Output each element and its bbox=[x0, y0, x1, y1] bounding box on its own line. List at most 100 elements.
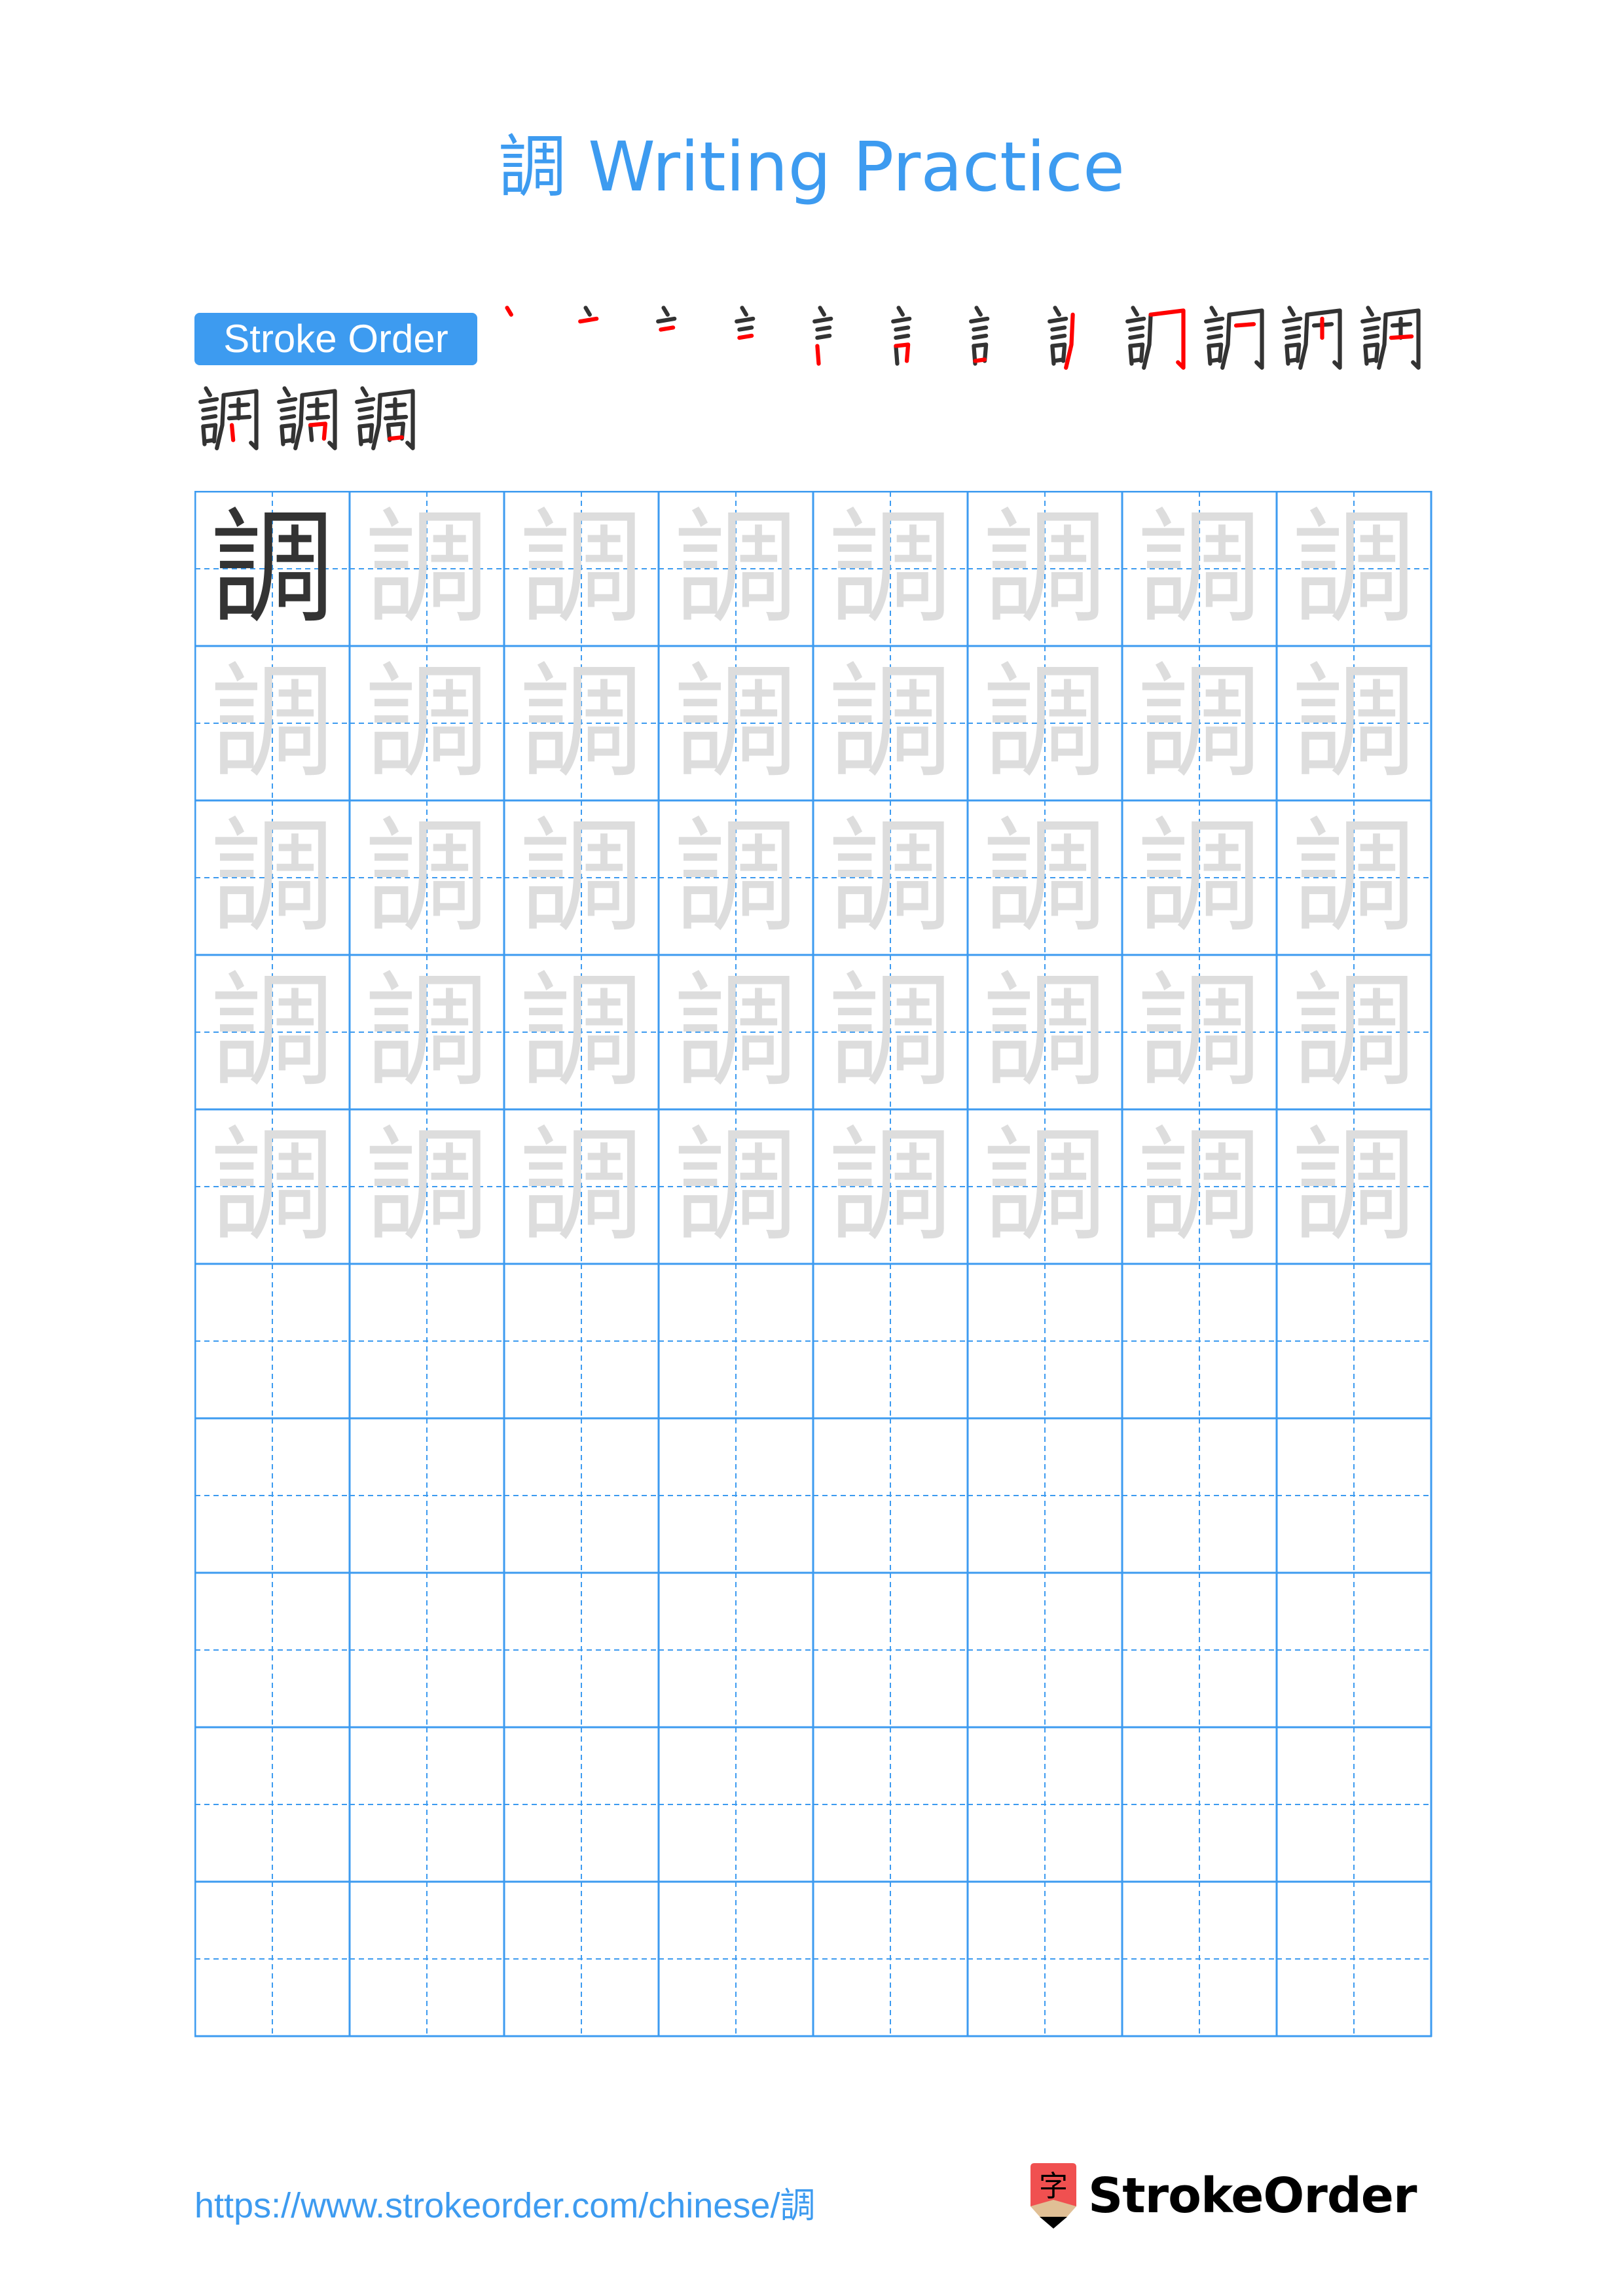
empty-practice-cell[interactable] bbox=[195, 1882, 350, 2036]
trace-cell[interactable]: 調 bbox=[813, 955, 968, 1109]
trace-character: 調 bbox=[982, 805, 1107, 950]
trace-cell[interactable]: 調 bbox=[1122, 646, 1277, 800]
trace-cell[interactable]: 調 bbox=[968, 646, 1122, 800]
empty-practice-cell[interactable] bbox=[659, 1882, 813, 2036]
empty-practice-cell[interactable] bbox=[968, 1418, 1122, 1573]
previous-stroke bbox=[1129, 357, 1144, 363]
current-stroke bbox=[577, 316, 598, 324]
footer-url-link[interactable]: https://www.strokeorder.com/chinese/調 bbox=[194, 2176, 815, 2228]
trace-cell[interactable]: 調 bbox=[813, 800, 968, 955]
trace-character: 調 bbox=[364, 960, 489, 1104]
previous-stroke bbox=[974, 306, 983, 317]
trace-cell[interactable]: 調 bbox=[1122, 955, 1277, 1109]
trace-cell[interactable]: 調 bbox=[968, 1109, 1122, 1264]
empty-practice-cell[interactable] bbox=[659, 1727, 813, 1882]
empty-practice-cell[interactable] bbox=[350, 1573, 504, 1727]
trace-cell[interactable]: 調 bbox=[1277, 492, 1431, 646]
trace-cell[interactable]: 調 bbox=[1277, 955, 1431, 1109]
strokeorder-logo[interactable]: 字 StrokeOrder bbox=[1030, 2160, 1417, 2232]
trace-cell[interactable]: 調 bbox=[968, 800, 1122, 955]
empty-practice-cell[interactable] bbox=[1122, 1264, 1277, 1418]
trace-cell[interactable]: 調 bbox=[1122, 800, 1277, 955]
empty-practice-cell[interactable] bbox=[1277, 1573, 1431, 1727]
empty-practice-cell[interactable] bbox=[1122, 1727, 1277, 1882]
trace-cell[interactable]: 調 bbox=[813, 492, 968, 646]
empty-practice-cell[interactable] bbox=[1122, 1882, 1277, 2036]
trace-cell[interactable]: 調 bbox=[1122, 492, 1277, 646]
trace-cell[interactable]: 調 bbox=[659, 800, 813, 955]
previous-stroke bbox=[201, 414, 218, 421]
trace-cell[interactable]: 調 bbox=[659, 492, 813, 646]
trace-cell[interactable]: 調 bbox=[504, 492, 659, 646]
empty-practice-cell[interactable] bbox=[813, 1418, 968, 1573]
trace-cell[interactable]: 調 bbox=[813, 1109, 968, 1264]
trace-cell[interactable]: 調 bbox=[1277, 646, 1431, 800]
empty-practice-cell[interactable] bbox=[1277, 1882, 1431, 2036]
trace-cell[interactable]: 調 bbox=[195, 800, 350, 955]
empty-practice-cell[interactable] bbox=[659, 1264, 813, 1418]
trace-cell[interactable]: 調 bbox=[504, 1109, 659, 1264]
empty-practice-cell[interactable] bbox=[350, 1418, 504, 1573]
trace-cell[interactable]: 調 bbox=[1277, 1109, 1431, 1264]
empty-practice-cell[interactable] bbox=[813, 1727, 968, 1882]
trace-cell[interactable]: 調 bbox=[350, 800, 504, 955]
model-cell[interactable]: 調 bbox=[195, 492, 350, 646]
trace-cell[interactable]: 調 bbox=[350, 492, 504, 646]
empty-practice-cell[interactable] bbox=[195, 1727, 350, 1882]
empty-practice-cell[interactable] bbox=[968, 1882, 1122, 2036]
empty-practice-cell[interactable] bbox=[350, 1882, 504, 2036]
current-stroke bbox=[659, 325, 676, 332]
trace-cell[interactable]: 調 bbox=[504, 955, 659, 1109]
trace-cell[interactable]: 調 bbox=[504, 646, 659, 800]
previous-stroke bbox=[818, 306, 826, 317]
empty-practice-cell[interactable] bbox=[195, 1264, 350, 1418]
empty-practice-cell[interactable] bbox=[813, 1573, 968, 1727]
empty-practice-cell[interactable] bbox=[968, 1727, 1122, 1882]
trace-cell[interactable]: 調 bbox=[195, 955, 350, 1109]
empty-practice-cell[interactable] bbox=[659, 1418, 813, 1573]
empty-practice-cell[interactable] bbox=[1122, 1418, 1277, 1573]
previous-stroke bbox=[1362, 333, 1379, 340]
trace-cell[interactable]: 調 bbox=[504, 800, 659, 955]
previous-stroke bbox=[896, 306, 905, 317]
empty-practice-cell[interactable] bbox=[504, 1882, 659, 2036]
previous-stroke bbox=[1287, 306, 1296, 317]
empty-practice-cell[interactable] bbox=[195, 1573, 350, 1727]
trace-cell[interactable]: 調 bbox=[1122, 1109, 1277, 1264]
trace-cell[interactable]: 調 bbox=[659, 955, 813, 1109]
empty-practice-cell[interactable] bbox=[195, 1418, 350, 1573]
trace-cell[interactable]: 調 bbox=[195, 646, 350, 800]
empty-practice-cell[interactable] bbox=[659, 1573, 813, 1727]
trace-cell[interactable]: 調 bbox=[659, 646, 813, 800]
empty-practice-cell[interactable] bbox=[504, 1418, 659, 1573]
trace-character: 調 bbox=[210, 805, 335, 950]
trace-cell[interactable]: 調 bbox=[350, 1109, 504, 1264]
current-stroke bbox=[229, 423, 236, 442]
trace-cell[interactable]: 調 bbox=[968, 492, 1122, 646]
trace-cell[interactable]: 調 bbox=[1277, 800, 1431, 955]
previous-stroke bbox=[293, 393, 304, 450]
empty-practice-cell[interactable] bbox=[1277, 1727, 1431, 1882]
empty-practice-cell[interactable] bbox=[504, 1264, 659, 1418]
empty-practice-cell[interactable] bbox=[813, 1264, 968, 1418]
trace-cell[interactable]: 調 bbox=[659, 1109, 813, 1264]
empty-practice-cell[interactable] bbox=[350, 1264, 504, 1418]
trace-cell[interactable]: 調 bbox=[813, 646, 968, 800]
stroke-step-2 bbox=[576, 302, 644, 370]
empty-practice-cell[interactable] bbox=[968, 1264, 1122, 1418]
previous-stroke bbox=[1203, 316, 1224, 324]
empty-practice-cell[interactable] bbox=[350, 1727, 504, 1882]
empty-practice-cell[interactable] bbox=[1277, 1264, 1431, 1418]
empty-practice-cell[interactable] bbox=[1277, 1418, 1431, 1573]
trace-cell[interactable]: 調 bbox=[195, 1109, 350, 1264]
trace-cell[interactable]: 調 bbox=[350, 955, 504, 1109]
current-stroke bbox=[1148, 308, 1186, 370]
empty-practice-cell[interactable] bbox=[1122, 1573, 1277, 1727]
trace-cell[interactable]: 調 bbox=[350, 646, 504, 800]
previous-stroke bbox=[1125, 316, 1146, 324]
empty-practice-cell[interactable] bbox=[504, 1573, 659, 1727]
empty-practice-cell[interactable] bbox=[968, 1573, 1122, 1727]
trace-cell[interactable]: 調 bbox=[968, 955, 1122, 1109]
empty-practice-cell[interactable] bbox=[504, 1727, 659, 1882]
empty-practice-cell[interactable] bbox=[813, 1882, 968, 2036]
